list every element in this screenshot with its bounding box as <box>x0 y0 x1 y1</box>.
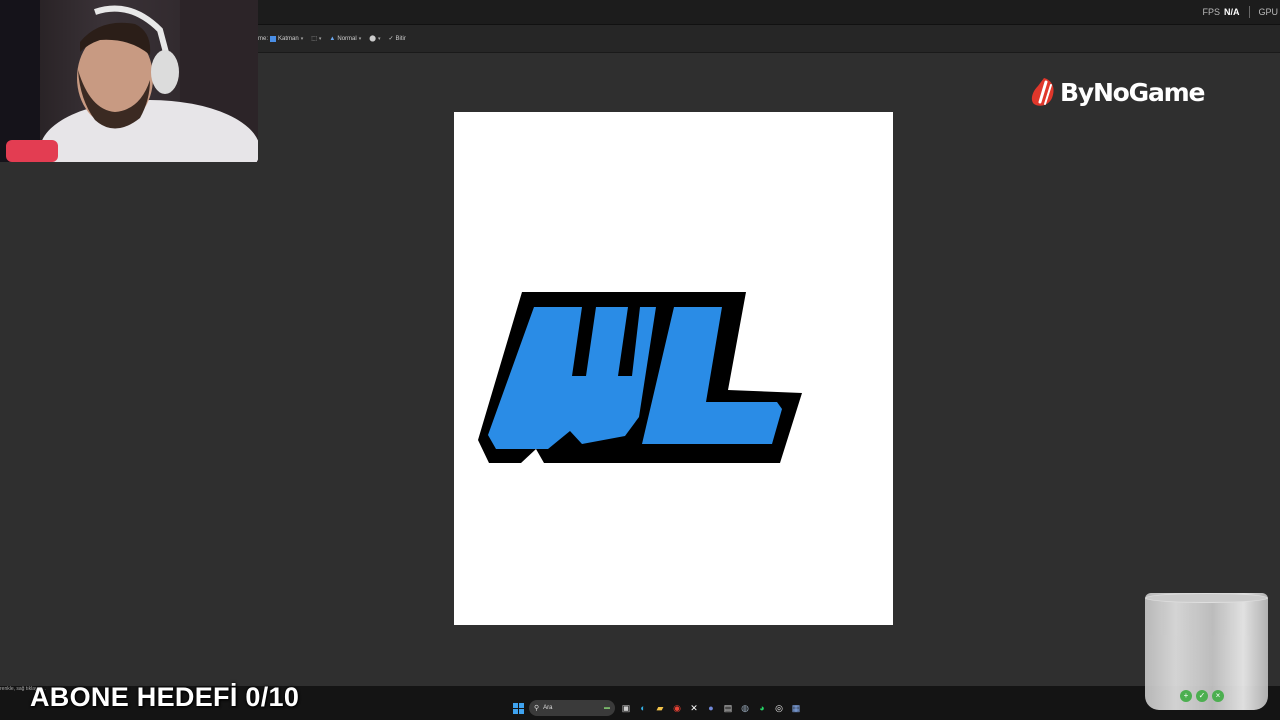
layer-prefix: me: <box>258 35 269 42</box>
blend-mode-dropdown[interactable]: ▲ Normal ▾ <box>329 36 361 42</box>
subscriber-goal: ABONE HEDEFİ 0/10 <box>30 682 300 712</box>
wl-logo-image <box>478 292 802 463</box>
discord-icon[interactable]: ● <box>705 702 717 714</box>
search-icon: ⚲ <box>534 705 540 712</box>
tray-icon[interactable]: ✓ <box>1196 690 1208 702</box>
fps-value: N/A <box>1223 7 1240 17</box>
chevron-down-icon: ▾ <box>377 35 381 42</box>
layer-swatch <box>270 35 277 42</box>
performance-stats: FPS N/A GPU <box>1202 0 1280 24</box>
selection-icon: ⬚ <box>311 36 317 42</box>
chevron-down-icon: ▾ <box>300 35 304 42</box>
search-placeholder: Ara <box>543 705 553 711</box>
paint-icon[interactable]: ▦ <box>790 702 802 714</box>
done-button[interactable]: ✓ Bitir <box>388 35 406 43</box>
layer-label: Katman <box>278 35 299 42</box>
glass-rim <box>1145 593 1268 603</box>
notepad-icon[interactable]: ▤ <box>722 702 734 714</box>
chevron-down-icon: ▾ <box>358 35 362 42</box>
edge-icon[interactable]: ◐ <box>637 702 649 714</box>
selection-mode-dropdown[interactable]: ⬚ ▾ <box>311 35 322 43</box>
tray-icon[interactable]: × <box>1212 690 1224 702</box>
fill-dropdown[interactable]: ⬤ ▾ <box>369 35 381 43</box>
blend-icon: ▲ <box>329 35 336 42</box>
whatsapp-icon[interactable]: ◕ <box>756 702 768 714</box>
document-canvas[interactable] <box>454 112 893 625</box>
webcam-overlay <box>0 0 258 162</box>
steam-icon[interactable]: ◍ <box>739 702 751 714</box>
task-view-icon[interactable]: ▣ <box>620 702 632 714</box>
file-explorer-icon[interactable]: ▰ <box>654 702 666 714</box>
blend-mode-label: Normal <box>337 35 357 42</box>
done-label: Bitir <box>395 35 406 42</box>
fps-label: FPS <box>1202 7 1220 17</box>
bynogame-logo-icon <box>1031 78 1054 106</box>
system-tray: + ✓ × <box>1180 690 1224 702</box>
check-icon: ✓ <box>388 36 394 42</box>
taskbar-search[interactable]: ⚲ Ara ▬ <box>529 700 615 716</box>
streamer-webcam-image <box>0 0 258 162</box>
obs-icon[interactable]: ◎ <box>773 702 785 714</box>
chevron-down-icon: ▾ <box>318 35 322 42</box>
windows-start-icon[interactable] <box>512 702 524 714</box>
brand-name: ByNoGame <box>1060 77 1205 107</box>
fill-icon: ⬤ <box>369 36 376 42</box>
bynogame-brand: ByNoGame <box>1030 76 1205 108</box>
x-icon[interactable]: ✕ <box>688 702 700 714</box>
layer-selector[interactable]: me: Katman ▾ <box>258 35 304 42</box>
widget-icon: ▬ <box>604 705 610 711</box>
gpu-label: GPU <box>1258 7 1278 17</box>
tray-icon[interactable]: + <box>1180 690 1192 702</box>
stats-divider <box>1249 6 1251 18</box>
taskbar: ⚲ Ara ▬ ▣ ◐ ▰ ◉ ✕ ● ▤ ◍ ◕ ◎ ▦ <box>512 697 802 719</box>
chrome-icon[interactable]: ◉ <box>671 702 683 714</box>
